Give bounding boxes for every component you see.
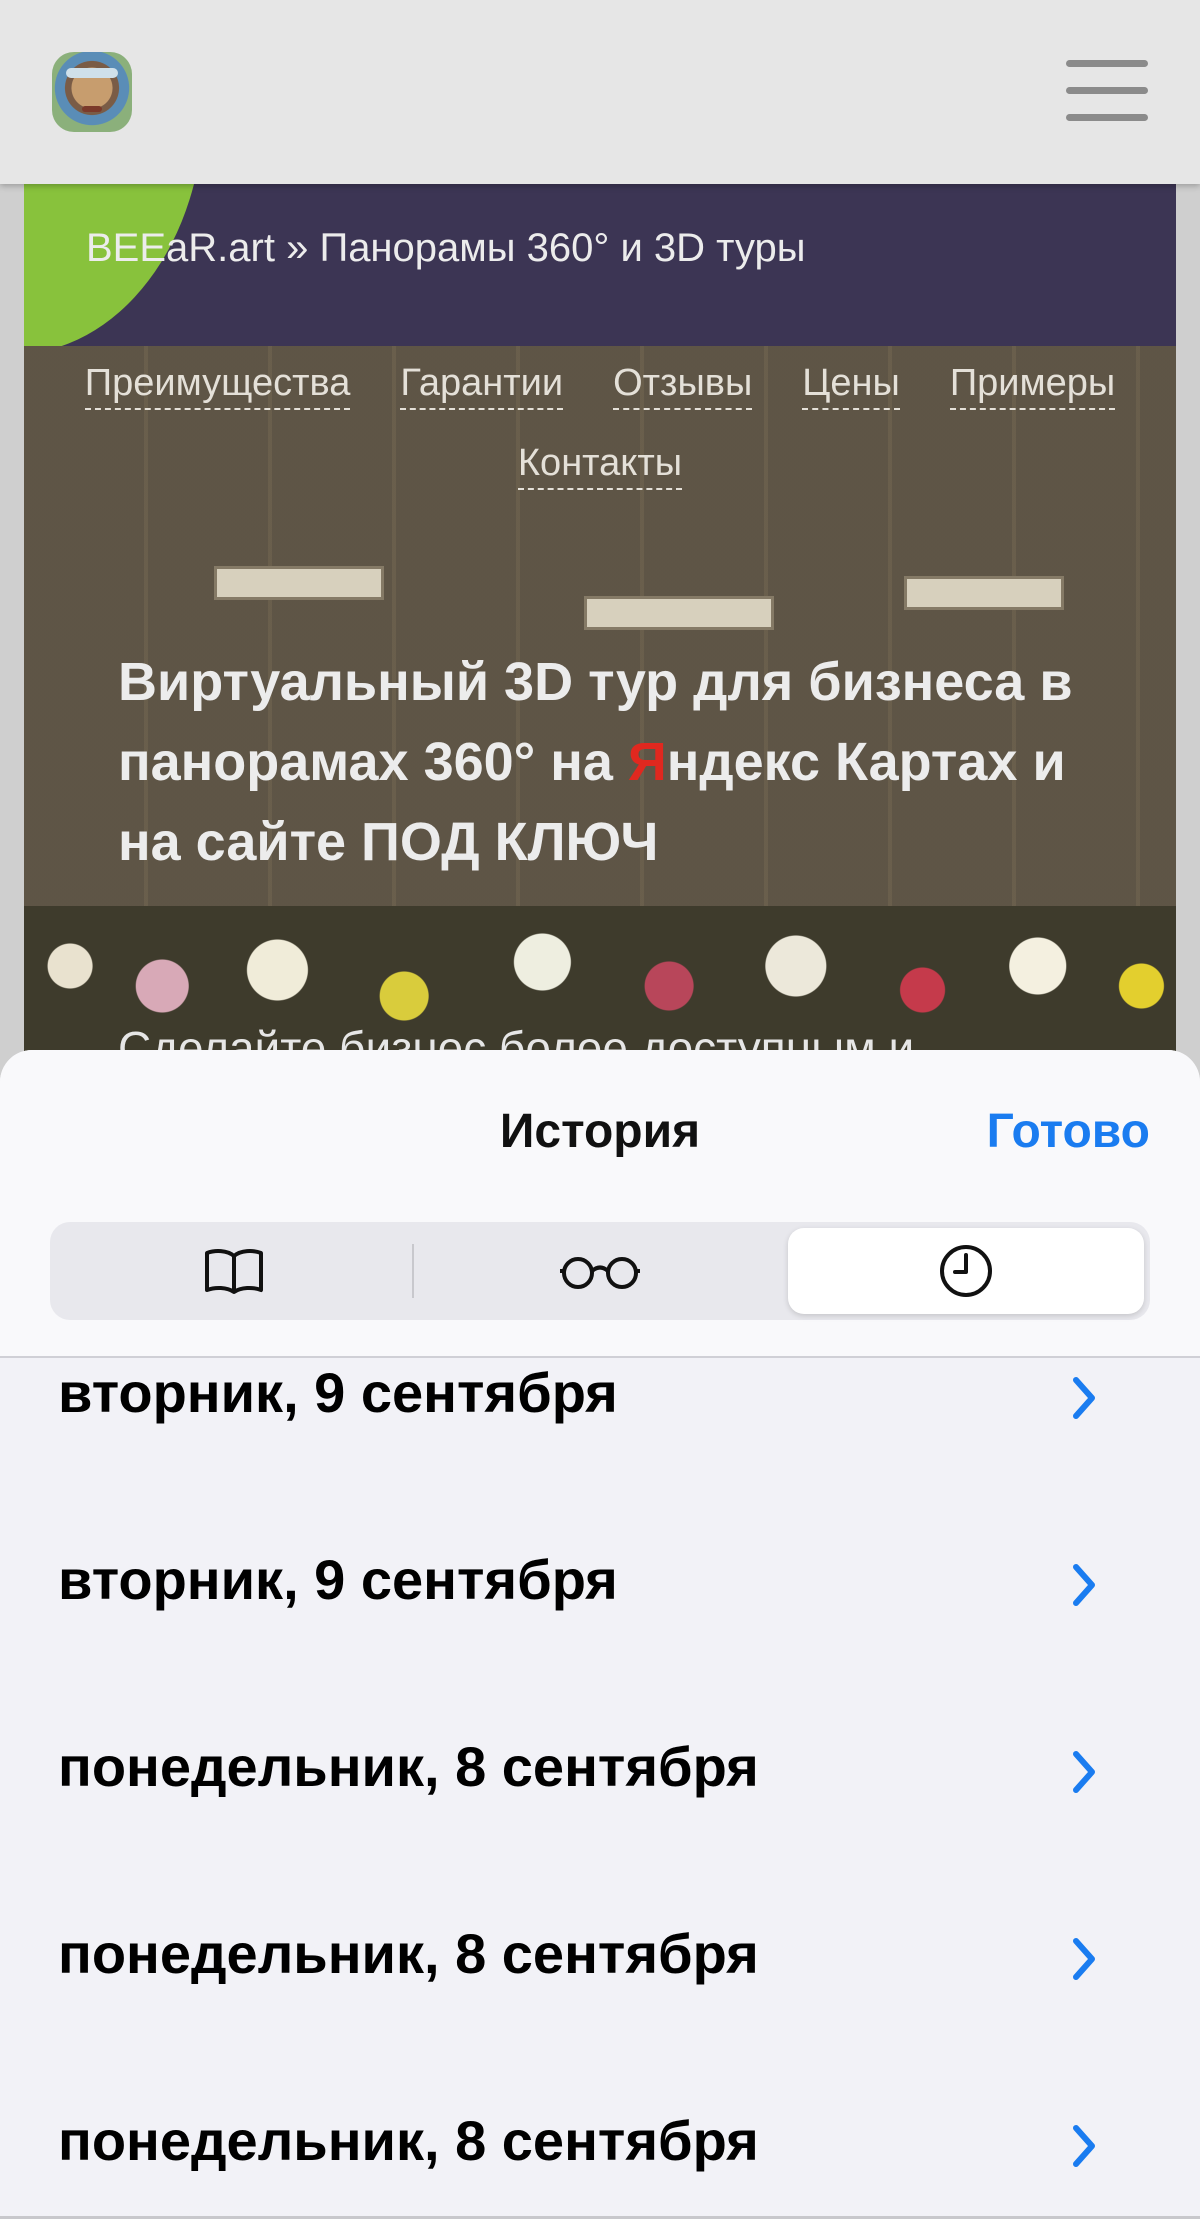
nav-link-advantages[interactable]: Преимущества <box>84 360 351 410</box>
hero-section: Преимущества Гарантии Отзывы Цены Пример… <box>24 346 1176 1084</box>
tab-history[interactable] <box>788 1228 1144 1314</box>
breadcrumb[interactable]: BEEaR.art » Панорамы 360° и 3D туры <box>86 226 806 271</box>
clock-icon <box>940 1245 992 1297</box>
book-icon <box>205 1249 263 1294</box>
nav-link-examples[interactable]: Примеры <box>949 360 1116 410</box>
ceiling-light <box>214 566 384 600</box>
chevron-right-icon <box>1073 1938 1095 1980</box>
nav-link-reviews[interactable]: Отзывы <box>613 360 753 410</box>
history-day-label: понедельник, 8 сентября <box>58 1735 759 1798</box>
hamburger-menu-icon[interactable] <box>1066 58 1148 124</box>
tab-reading-list[interactable] <box>422 1228 778 1314</box>
chevron-right-icon <box>1073 1751 1095 1793</box>
ceiling-light <box>904 576 1064 610</box>
tab-bookmarks[interactable] <box>56 1228 412 1314</box>
chevron-right-icon <box>1073 1377 1095 1419</box>
history-list: вторник, 9 сентября вторник, 9 сентября … <box>0 1360 1200 2219</box>
nav-link-contacts[interactable]: Контакты <box>517 440 683 490</box>
history-sheet-header: История Готово <box>0 1050 1200 1358</box>
reading-glasses-icon <box>560 1257 640 1289</box>
nav-link-prices[interactable]: Цены <box>802 360 900 410</box>
ceiling-light <box>584 596 774 630</box>
chevron-right-icon <box>1073 1564 1095 1606</box>
nav-link-guarantees[interactable]: Гарантии <box>400 360 564 410</box>
hero-title: Виртуальный 3D тур для бизнеса в панорам… <box>118 642 1078 882</box>
breadcrumb-bar: BEEaR.art » Панорамы 360° и 3D туры <box>24 184 1176 346</box>
history-day-row[interactable]: вторник, 9 сентября <box>0 1360 1200 1547</box>
history-day-row[interactable]: понедельник, 8 сентября <box>0 1734 1200 1921</box>
hero-title-highlight: Я <box>627 732 667 792</box>
history-day-row[interactable]: вторник, 9 сентября <box>0 1547 1200 1734</box>
history-day-row[interactable]: понедельник, 8 сентября <box>0 2108 1200 2219</box>
done-button[interactable]: Готово <box>987 1104 1150 1159</box>
history-day-label: вторник, 9 сентября <box>58 1548 618 1611</box>
segment-divider <box>412 1244 414 1298</box>
history-sheet: История Готово вторник, 9 сентября вторн… <box>0 1050 1200 2219</box>
page-content: BEEaR.art » Панорамы 360° и 3D туры Преи… <box>24 184 1176 1084</box>
history-day-label: понедельник, 8 сентября <box>58 2109 759 2172</box>
history-day-row[interactable]: понедельник, 8 сентября <box>0 1921 1200 2108</box>
history-day-label: вторник, 9 сентября <box>58 1361 618 1424</box>
site-header <box>0 0 1200 184</box>
segmented-control <box>50 1222 1150 1320</box>
history-day-label: понедельник, 8 сентября <box>58 1922 759 1985</box>
avatar-logo-icon[interactable] <box>52 52 132 132</box>
chevron-right-icon <box>1073 2125 1095 2167</box>
section-nav: Преимущества Гарантии Отзывы Цены Пример… <box>24 360 1176 520</box>
